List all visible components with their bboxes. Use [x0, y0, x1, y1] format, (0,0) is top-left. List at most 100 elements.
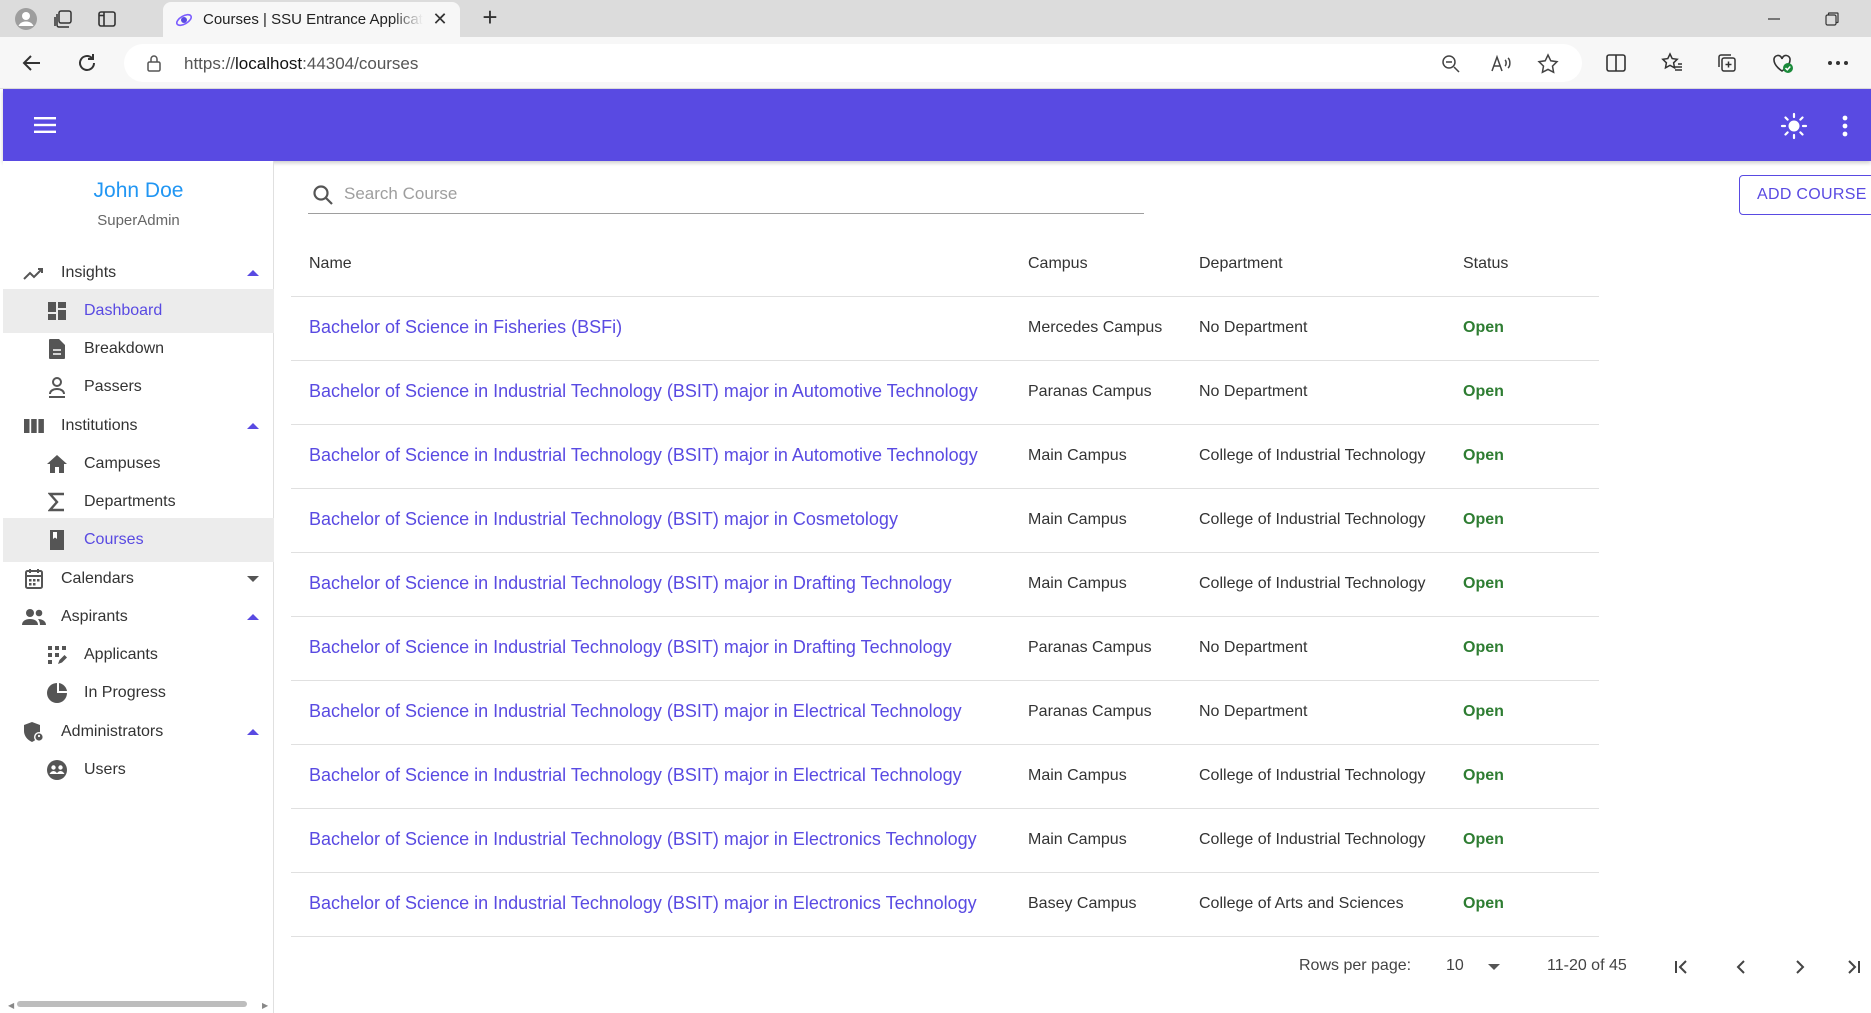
- campus-cell: Mercedes Campus: [1028, 319, 1163, 336]
- home-icon: [45, 452, 69, 476]
- workspaces-icon[interactable]: [50, 6, 76, 32]
- collapse-icon[interactable]: [247, 423, 259, 429]
- scroll-left-icon[interactable]: ◀: [8, 1001, 14, 1010]
- column-header-status: Status: [1463, 255, 1509, 272]
- browser-essentials-icon[interactable]: [1768, 49, 1796, 77]
- status-badge: Open: [1463, 767, 1504, 784]
- split-screen-icon[interactable]: [1602, 49, 1630, 77]
- sidebar-item-courses[interactable]: Courses: [3, 518, 274, 562]
- restore-icon[interactable]: [1817, 6, 1847, 32]
- back-icon[interactable]: [18, 49, 46, 77]
- previous-page-icon[interactable]: [1726, 952, 1756, 982]
- status-badge: Open: [1463, 447, 1504, 464]
- course-name-link[interactable]: Bachelor of Science in Industrial Techno…: [309, 829, 977, 850]
- course-name-link[interactable]: Bachelor of Science in Fisheries (BSFi): [309, 317, 622, 338]
- last-page-icon[interactable]: [1838, 952, 1868, 982]
- person-icon: [45, 375, 69, 399]
- sidebar-item-passers[interactable]: Passers: [3, 365, 274, 409]
- sidebar-item-in-progress[interactable]: In Progress: [3, 671, 274, 715]
- column-header-department: Department: [1199, 255, 1283, 272]
- department-cell: No Department: [1199, 703, 1308, 720]
- book-icon: [45, 528, 69, 552]
- collapse-icon[interactable]: [247, 270, 259, 276]
- collapse-icon[interactable]: [247, 614, 259, 620]
- trending-icon: [22, 261, 46, 285]
- collapse-icon[interactable]: [247, 729, 259, 735]
- sidebar-scrollbar[interactable]: [17, 1001, 247, 1007]
- status-badge: Open: [1463, 831, 1504, 848]
- url-bar[interactable]: https://localhost:44304/courses: [124, 44, 1582, 82]
- sidebar-item-users[interactable]: Users: [3, 748, 274, 792]
- table-row: Bachelor of Science in Industrial Techno…: [291, 681, 1599, 745]
- campus-cell: Main Campus: [1028, 447, 1127, 464]
- course-name-link[interactable]: Bachelor of Science in Industrial Techno…: [309, 509, 898, 530]
- first-page-icon[interactable]: [1667, 952, 1697, 982]
- favorite-star-icon[interactable]: [1536, 52, 1560, 76]
- collections-icon[interactable]: [1713, 49, 1741, 77]
- tab-actions-icon[interactable]: [94, 6, 120, 32]
- scroll-right-icon[interactable]: ▶: [262, 1001, 268, 1010]
- status-badge: Open: [1463, 319, 1504, 336]
- department-cell: College of Industrial Technology: [1199, 575, 1426, 592]
- theme-toggle-icon[interactable]: [1779, 111, 1809, 141]
- course-name-link[interactable]: Bachelor of Science in Industrial Techno…: [309, 893, 977, 914]
- pie-icon: [45, 681, 69, 705]
- menu-icon[interactable]: [31, 111, 59, 139]
- campus-cell: Main Campus: [1028, 767, 1127, 784]
- search-input[interactable]: [344, 180, 1124, 208]
- next-page-icon[interactable]: [1785, 952, 1815, 982]
- shield-icon: [22, 720, 46, 744]
- status-badge: Open: [1463, 511, 1504, 528]
- dropdown-caret-icon[interactable]: [1488, 964, 1500, 970]
- page-range: 11-20 of 45: [1547, 957, 1627, 974]
- table-row: Bachelor of Science in Industrial Techno…: [291, 873, 1599, 937]
- url-text[interactable]: https://localhost:44304/courses: [184, 54, 418, 74]
- course-name-link[interactable]: Bachelor of Science in Industrial Techno…: [309, 573, 952, 594]
- campus-cell: Main Campus: [1028, 511, 1127, 528]
- course-name-link[interactable]: Bachelor of Science in Industrial Techno…: [309, 381, 978, 402]
- rows-per-page-select[interactable]: 10: [1446, 957, 1464, 975]
- column-header-campus: Campus: [1028, 255, 1088, 272]
- zoom-out-icon[interactable]: [1439, 52, 1463, 76]
- close-tab-icon[interactable]: ✕: [430, 9, 450, 29]
- table-row: Bachelor of Science in Fisheries (BSFi) M…: [291, 297, 1599, 361]
- search-icon: [310, 182, 336, 208]
- new-tab-icon[interactable]: +: [476, 4, 504, 32]
- expand-icon[interactable]: [247, 576, 259, 582]
- minimize-icon[interactable]: [1759, 6, 1789, 32]
- users-icon: [45, 758, 69, 782]
- campus-cell: Paranas Campus: [1028, 639, 1152, 656]
- department-cell: No Department: [1199, 639, 1308, 656]
- user-role: SuperAdmin: [97, 212, 180, 229]
- status-badge: Open: [1463, 575, 1504, 592]
- campus-cell: Main Campus: [1028, 575, 1127, 592]
- course-name-link[interactable]: Bachelor of Science in Industrial Techno…: [309, 637, 952, 658]
- table-row: Bachelor of Science in Industrial Techno…: [291, 553, 1599, 617]
- status-badge: Open: [1463, 639, 1504, 656]
- calendar-icon: [22, 567, 46, 591]
- more-menu-icon[interactable]: [1824, 49, 1852, 77]
- browser-tab[interactable]: Courses | SSU Entrance Application ✕: [163, 2, 460, 37]
- status-badge: Open: [1463, 383, 1504, 400]
- read-aloud-icon[interactable]: [1489, 52, 1513, 76]
- course-name-link[interactable]: Bachelor of Science in Industrial Techno…: [309, 701, 962, 722]
- department-cell: College of Industrial Technology: [1199, 767, 1426, 784]
- profile-icon[interactable]: [13, 6, 39, 32]
- status-badge: Open: [1463, 703, 1504, 720]
- pagination: Rows per page: 10 11-20 of 45: [1260, 950, 1871, 984]
- favorites-icon[interactable]: [1658, 49, 1686, 77]
- app-favicon-icon: [175, 13, 193, 27]
- dashboard-icon: [45, 299, 69, 323]
- description-icon: [45, 337, 69, 361]
- course-name-link[interactable]: Bachelor of Science in Industrial Techno…: [309, 765, 962, 786]
- search-course-field: [308, 176, 1144, 214]
- lock-icon[interactable]: [146, 54, 162, 72]
- table-row: Bachelor of Science in Industrial Techno…: [291, 489, 1599, 553]
- department-cell: No Department: [1199, 383, 1308, 400]
- table-row: Bachelor of Science in Industrial Techno…: [291, 745, 1599, 809]
- add-course-button[interactable]: ADD COURSE: [1739, 175, 1871, 215]
- course-name-link[interactable]: Bachelor of Science in Industrial Techno…: [309, 445, 978, 466]
- more-vert-icon[interactable]: [1835, 111, 1855, 141]
- reload-icon[interactable]: [73, 49, 101, 77]
- browser-tab-bar: Courses | SSU Entrance Application ✕ +: [0, 0, 1871, 37]
